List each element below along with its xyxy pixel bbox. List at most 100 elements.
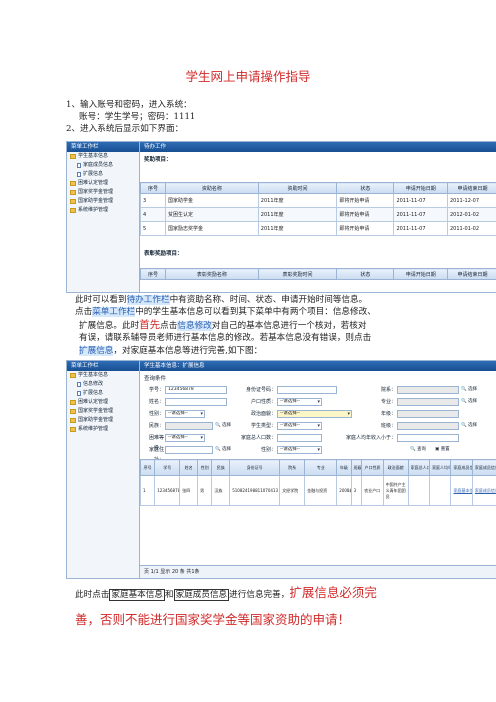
para1-line1: 此时可以看到待办工作栏中有资助名称、时间、状态、申请开始时间等信息。 [75, 295, 368, 305]
step-2: 2、进入系统后显示如下界面： [66, 124, 184, 134]
political-select[interactable]: --请选择-- [277, 410, 352, 418]
screenshot-extended-info: 菜单工作栏 学生基本信息 信息修改 扩展信息 困难认定管理 国家奖学金管理 国家… [66, 360, 496, 579]
label-department: 院系： [380, 387, 396, 393]
folder-icon [70, 199, 76, 204]
label-political: 政治面貌： [250, 411, 276, 417]
select-ethnicity-button[interactable]: 🔍 选择 [215, 422, 231, 430]
hardship-level-select[interactable]: --请选择-- [165, 434, 205, 442]
sidebar-item-system[interactable]: 系统维护管理 [67, 206, 139, 215]
label-income: 家庭人均年收入小于： [345, 435, 396, 441]
family-size-input[interactable] [277, 434, 322, 442]
document-icon [77, 382, 81, 387]
student-id-input[interactable]: 123456878 [165, 386, 227, 394]
reset-button[interactable]: ▣ 重置 [435, 446, 450, 454]
sidebar: 菜单工作栏 学生基本信息 信息修改 扩展信息 困难认定管理 国家奖学金管理 国家… [67, 361, 140, 578]
sidebar-item-hardship[interactable]: 困难认定管理 [67, 398, 139, 407]
main-panel: 待办工作 奖助项目： 序号 资助名称 资助时间 状态 申请开始日期 申请结束日期 3 国家… [140, 142, 496, 292]
document-icon [77, 163, 81, 168]
label-major: 专业： [380, 399, 396, 405]
income-input[interactable] [397, 434, 459, 442]
step-1: 1、输入账号和密码，进入系统： [66, 100, 192, 110]
select-major-button[interactable]: 🔍 选择 [461, 398, 477, 406]
aid-table: 序号 资助名称 资助时间 状态 申请开始日期 申请结束日期 3 国家助学金 2011年度 即… [140, 182, 496, 236]
address-input[interactable] [165, 446, 213, 454]
major-input[interactable] [397, 398, 459, 406]
sidebar-item-system[interactable]: 系统维护管理 [67, 425, 139, 434]
screenshot-todo: 菜单工作栏 学生基本信息 家庭成员信息 扩展信息 困难认定管理 国家奖学金管理 … [66, 141, 496, 293]
folder-icon [70, 427, 76, 432]
label-household: 户口性质： [250, 399, 276, 405]
sidebar-item-scholarship[interactable]: 国家奖学金管理 [67, 188, 139, 197]
tab-todo[interactable]: 待办工作 [140, 142, 496, 152]
para2-line1: 此时点击 家庭基本信息和家庭成员信息 进行信息完善，扩展信息必须完 [75, 585, 377, 601]
select-department-button[interactable]: 🔍 选择 [461, 386, 477, 394]
main-panel: 学生基本信息：扩展信息 查询条件 学号： 123456878 身份证号码： 院系… [139, 361, 496, 578]
label-grade: 年级： [380, 411, 396, 417]
label-gender: 性别： [148, 411, 164, 417]
household-select[interactable]: --请选择-- [277, 398, 322, 406]
label-gender-2: 性别： [260, 447, 276, 453]
sidebar-item-student-info[interactable]: 学生基本信息 [67, 371, 139, 380]
student-type-select[interactable]: --请选择-- [277, 422, 322, 430]
sidebar-item-grant[interactable]: 国家助学金管理 [67, 416, 139, 425]
highlight-info-edit: 信息修改 [177, 321, 212, 331]
gender-select-2[interactable]: --请选择-- [277, 446, 322, 454]
name-input[interactable] [165, 398, 227, 406]
label-family-size: 家庭总人口数： [240, 435, 276, 441]
para1-line2: 点击菜单工作栏中的学生基本信息可以看到其下菜单中有两个项目：信息修改、 [75, 307, 376, 317]
para1-line5: 扩展信息，对家庭基本信息等进行完善,如下图： [79, 346, 263, 356]
page-title: 学生网上申请操作指导 [185, 69, 311, 84]
sidebar-item-extended-info[interactable]: 扩展信息 [67, 389, 139, 398]
query-button[interactable]: 🔍 查询 [410, 446, 426, 454]
folder-icon [70, 409, 76, 414]
grade-input[interactable] [397, 410, 459, 418]
tab-extended-info[interactable]: 学生基本信息：扩展信息 [140, 361, 496, 371]
ethnicity-input[interactable] [165, 422, 213, 430]
select-class-button[interactable]: 🔍 选择 [461, 422, 477, 430]
class-input[interactable] [397, 422, 459, 430]
para1-line3: 扩展信息。此时首先点击信息修改对自己的基本信息进行一个核对，若核对 [79, 319, 367, 331]
id-number-input[interactable] [277, 386, 337, 394]
section-awards: 表彰奖励项目： [144, 251, 183, 257]
document-icon [77, 172, 81, 177]
folder-icon [70, 190, 76, 195]
table-header: 序号 表彰奖励名称 表彰奖励时间 状态 申请开始日期 申请结束日期 [140, 268, 496, 280]
family-members-info-box: 家庭成员信息 [173, 589, 230, 601]
document-icon [77, 391, 81, 396]
pager[interactable]: 页 1/1 显示 20 条 共1条 [140, 565, 496, 578]
department-input[interactable] [397, 386, 459, 394]
folder-icon [70, 208, 76, 213]
sidebar: 菜单工作栏 学生基本信息 家庭成员信息 扩展信息 困难认定管理 国家奖学金管理 … [67, 142, 140, 292]
label-ethnicity: 民族： [148, 423, 164, 429]
sidebar-item-info-edit[interactable]: 信息修改 [67, 380, 139, 389]
sidebar-item-extended-info[interactable]: 扩展信息 [67, 170, 139, 179]
table-row[interactable]: 5 国家励志奖学金 2011年度 即将开始申请 2011-11-07 2011-01-0… [140, 221, 496, 236]
table-row[interactable]: 4 贫困生认定 2011年度 即将开始申请 2011-11-07 2012-01-02 [140, 207, 496, 222]
sidebar-item-grant[interactable]: 国家助学金管理 [67, 197, 139, 206]
sidebar-item-student-info[interactable]: 学生基本信息 [67, 152, 139, 161]
family-basic-info-box: 家庭基本信息 [109, 589, 165, 601]
label-id-number: 身份证号码： [245, 387, 276, 393]
students-table: 序号学号姓名 性别民族身份证号 院系专业年级 班级户口性质政治面貌 家庭总人口数… [139, 459, 496, 506]
highlight-extended-info: 扩展信息 [79, 346, 114, 356]
para1-line4: 有误，请联系辅导员老师进行基本信息的修改。若基本信息没有错误，则点击 [79, 333, 372, 343]
sidebar-title: 菜单工作栏 [67, 361, 139, 371]
sidebar-item-scholarship[interactable]: 国家奖学金管理 [67, 407, 139, 416]
table-header: 序号 资助名称 资助时间 状态 申请开始日期 申请结束日期 [140, 182, 496, 194]
select-address-button[interactable]: 🔍 选择 [215, 446, 231, 454]
family-members-info-link[interactable]: 家庭成员信息 [471, 475, 496, 506]
sidebar-item-hardship[interactable]: 困难认定管理 [67, 179, 139, 188]
label-student-id: 学号： [148, 387, 164, 393]
folder-icon [70, 154, 76, 159]
highlight-menu-bar: 菜单工作栏 [92, 307, 136, 317]
folder-icon [70, 418, 76, 423]
table-row[interactable]: 1 123456878 张四 男汉族 510824198811070413 文经学院金… [139, 475, 496, 506]
table-row[interactable]: 3 国家助学金 2011年度 即将开始申请 2011-11-07 2011-12-07 [140, 193, 496, 208]
highlight-todo-bar: 待办工作栏 [126, 295, 170, 305]
sidebar-item-family-members[interactable]: 家庭成员信息 [67, 161, 139, 170]
step-1-detail: 账号：学生学号；密码：1111 [79, 112, 196, 122]
folder-icon [70, 400, 76, 405]
warning-text-1: 扩展信息必须完 [289, 585, 377, 600]
gender-select[interactable]: --请选择-- [165, 410, 205, 418]
family-basic-info-link[interactable]: 家庭基本信息 [450, 475, 473, 506]
